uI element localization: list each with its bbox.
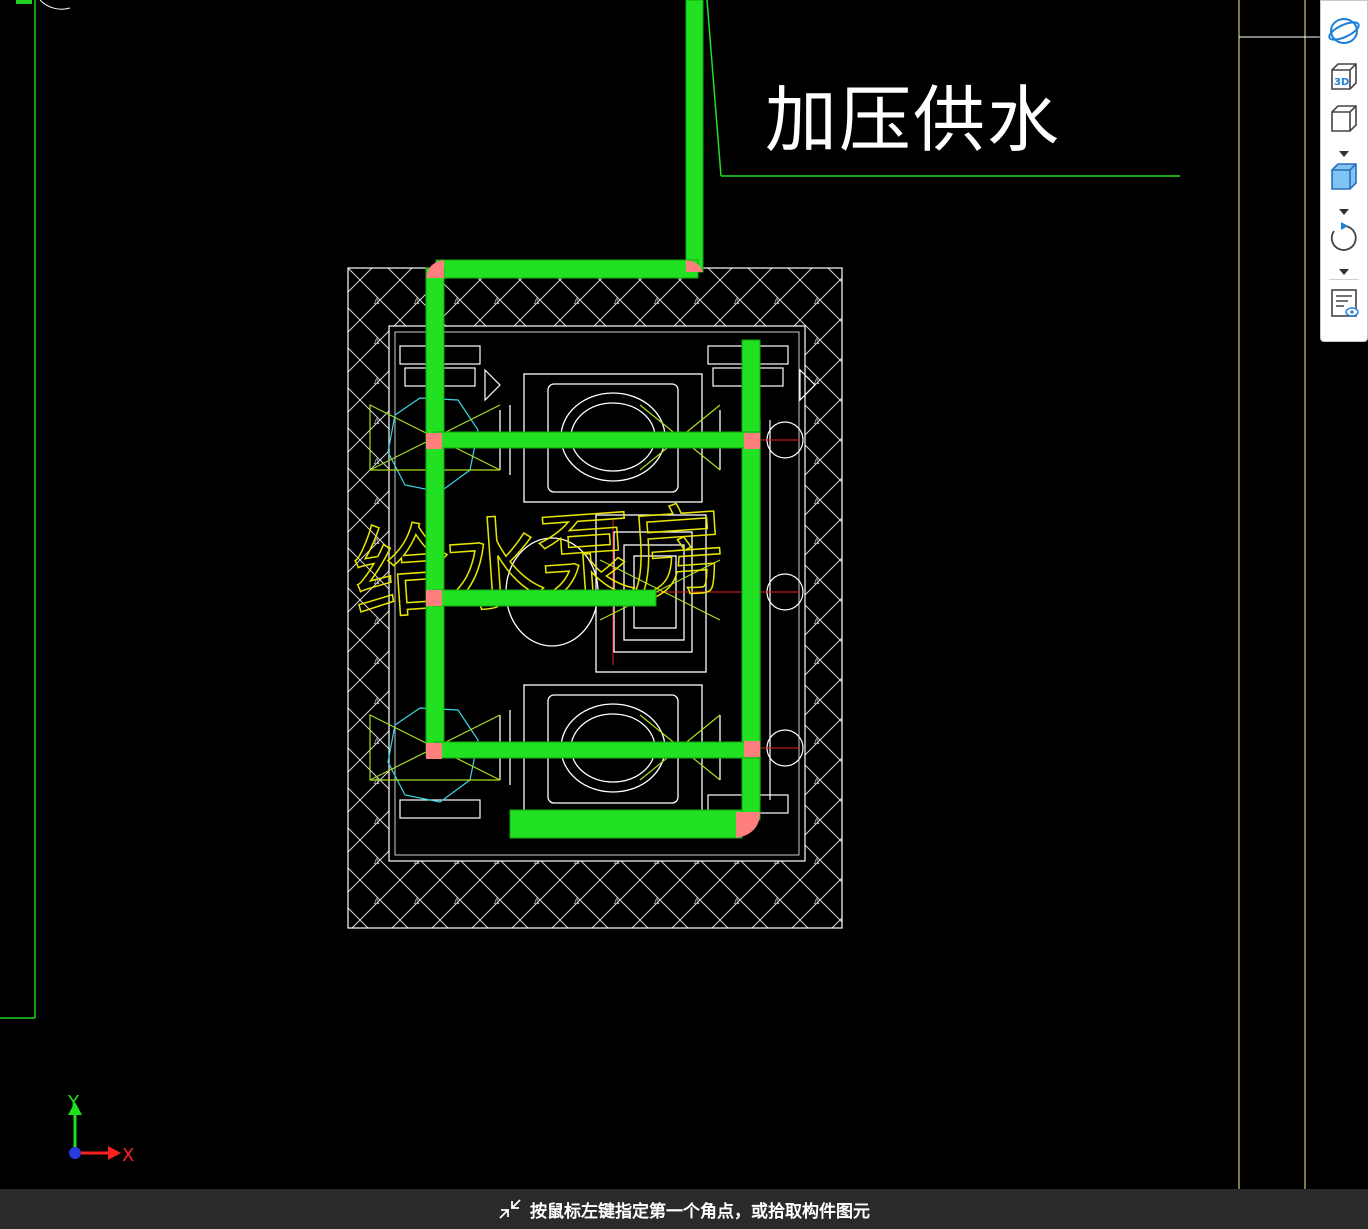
axis-y-label: Y: [67, 1092, 80, 1113]
orbit-button[interactable]: [1321, 13, 1367, 53]
svg-text:3D: 3D: [1334, 77, 1349, 88]
shaded-view-button[interactable]: [1321, 159, 1367, 199]
rotate-icon: [1328, 221, 1360, 257]
chevron-down-icon: [1339, 200, 1349, 219]
view-cube-dropdown[interactable]: [1321, 145, 1367, 157]
chevron-down-icon: [1339, 260, 1349, 279]
rotate-button[interactable]: [1321, 219, 1367, 259]
toolbar-separator: [1329, 279, 1359, 280]
view-toolbar: 3D: [1320, 0, 1368, 342]
3d-view-button[interactable]: 3D: [1321, 59, 1367, 99]
display-settings-button[interactable]: [1321, 285, 1367, 325]
view-cube-button[interactable]: [1321, 101, 1367, 141]
axis-x-label: X: [122, 1145, 134, 1166]
building-grid-lines: [1238, 0, 1322, 1189]
cad-drawing-canvas[interactable]: ∆ 加压供水: [0, 0, 1368, 1229]
orbit-icon: [1327, 16, 1361, 50]
chevron-down-icon: [1339, 142, 1349, 161]
rotate-dropdown[interactable]: [1321, 263, 1367, 275]
shaded-view-dropdown[interactable]: [1321, 203, 1367, 215]
pressurized-supply-label: 加压供水: [765, 78, 1061, 162]
command-status-bar: 按鼠标左键指定第一个角点，或拾取构件图元: [0, 1189, 1368, 1229]
boundary-line-left: [0, 0, 71, 1019]
shaded-cube-icon: [1328, 161, 1360, 197]
display-settings-icon: [1328, 287, 1360, 323]
3d-view-icon: 3D: [1328, 61, 1360, 97]
status-message: 按鼠标左键指定第一个角点，或拾取构件图元: [530, 1201, 870, 1222]
select-corner-icon: [498, 1198, 522, 1220]
view-cube-icon: [1328, 103, 1360, 139]
